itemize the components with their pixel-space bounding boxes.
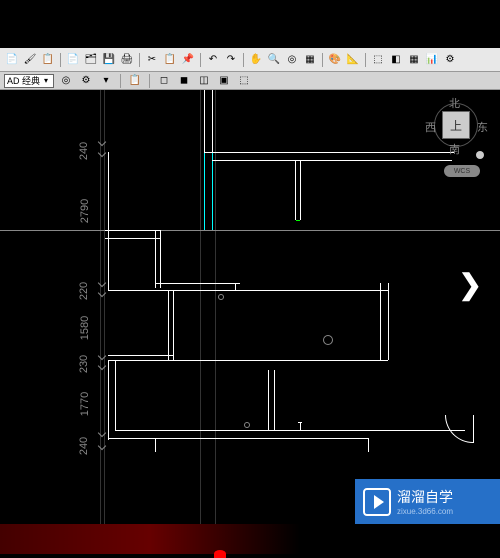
dimension-label: 1580 — [79, 316, 91, 340]
toolbar-icon[interactable]: 📌 — [180, 52, 196, 68]
toolbar-icon[interactable]: ▾ — [98, 73, 114, 89]
watermark-title: 溜溜自学 — [397, 487, 453, 507]
toolbar-icon[interactable]: ▣ — [216, 73, 232, 89]
toolbar-icon[interactable]: 📋 — [162, 52, 178, 68]
toolbar-icon[interactable]: 📊 — [424, 52, 440, 68]
toolbar-icon[interactable]: ⬚ — [370, 52, 386, 68]
chevron-down-icon: ▾ — [44, 76, 48, 85]
pan-icon[interactable]: ✋ — [248, 52, 264, 68]
viewcube-south[interactable]: 南 — [449, 141, 460, 157]
toolbar-icon[interactable]: ▦ — [406, 52, 422, 68]
watermark: 溜溜自学 zixue.3d66.com — [355, 479, 500, 524]
toolbar-icon[interactable]: ↷ — [223, 52, 239, 68]
toolbar-icon[interactable]: 🖌 — [22, 52, 38, 68]
toolbar-icon[interactable]: ◫ — [196, 73, 212, 89]
toolbar-icon[interactable]: ◧ — [388, 52, 404, 68]
toolbar-icon[interactable]: 🗂 — [83, 52, 99, 68]
view-cube[interactable]: 北 西 东 南 上 WCS — [413, 95, 488, 180]
dimension-label: 230 — [78, 355, 90, 373]
toolbar-icon[interactable]: ⚙ — [78, 73, 94, 89]
bottom-status-bar — [0, 524, 500, 554]
viewcube-handle[interactable] — [476, 151, 484, 159]
dimension-label: 240 — [78, 142, 90, 160]
toolbar-icon[interactable]: ◼ — [176, 73, 192, 89]
toolbar-icon[interactable]: 📐 — [345, 52, 361, 68]
toolbar-icon[interactable]: ⬚ — [236, 73, 252, 89]
toolbar-icon[interactable]: 🖨 — [119, 52, 135, 68]
next-arrow-icon[interactable]: ❯ — [459, 268, 482, 301]
progress-indicator[interactable] — [214, 550, 226, 558]
viewcube-top-face[interactable]: 上 — [442, 111, 470, 139]
play-icon — [363, 488, 391, 516]
toolbar-icon[interactable]: ◻ — [156, 73, 172, 89]
toolbar-icon[interactable]: ◎ — [284, 52, 300, 68]
toolbar-icon[interactable]: ▦ — [302, 52, 318, 68]
toolbar-icon[interactable]: 📋 — [40, 52, 56, 68]
dimension-label: 240 — [78, 437, 90, 455]
zoom-icon[interactable]: 🔍 — [266, 52, 282, 68]
viewcube-east[interactable]: 东 — [477, 119, 488, 135]
toolbar-icon[interactable]: ◎ — [58, 73, 74, 89]
toolbar-icon[interactable]: 📄 — [65, 52, 81, 68]
workspace-dropdown[interactable]: AD 经典 ▾ — [4, 74, 54, 88]
workspace-label: AD 经典 — [7, 74, 40, 87]
dimension-label: 1770 — [79, 392, 91, 416]
viewcube-north[interactable]: 北 — [449, 95, 460, 111]
toolbar-icon[interactable]: ⚙ — [442, 52, 458, 68]
toolbar-icon[interactable]: 🎨 — [327, 52, 343, 68]
toolbar-icon[interactable]: ✂ — [144, 52, 160, 68]
viewcube-west[interactable]: 西 — [425, 119, 436, 135]
toolbar-icon[interactable]: 📋 — [127, 73, 143, 89]
toolbar-icon[interactable]: 💾 — [101, 52, 117, 68]
wcs-badge[interactable]: WCS — [444, 165, 480, 177]
main-toolbar: 📄 🖌 📋 📄 🗂 💾 🖨 ✂ 📋 📌 ↶ ↷ ✋ 🔍 ◎ ▦ 🎨 📐 ⬚ ◧ … — [0, 48, 500, 72]
dimension-label: 2790 — [79, 199, 91, 223]
watermark-url: zixue.3d66.com — [397, 507, 453, 516]
toolbar-icon[interactable]: 📄 — [4, 52, 20, 68]
secondary-toolbar: AD 经典 ▾ ◎ ⚙ ▾ 📋 ◻ ◼ ◫ ▣ ⬚ — [0, 72, 500, 90]
toolbar-icon[interactable]: ↶ — [205, 52, 221, 68]
dimension-label: 220 — [78, 282, 90, 300]
